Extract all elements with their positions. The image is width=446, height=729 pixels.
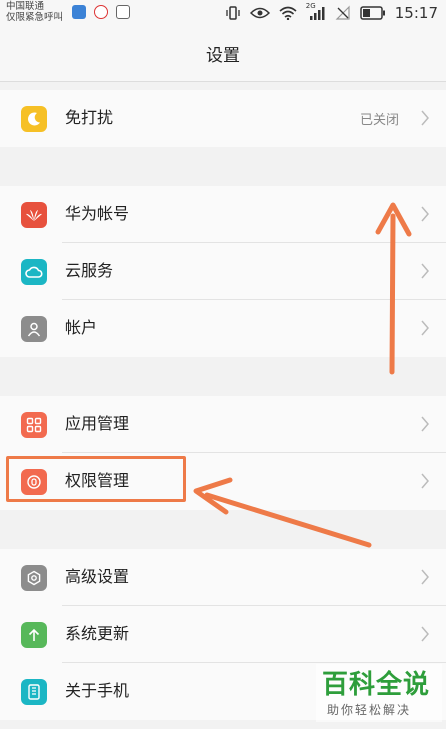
clock: 15:17 — [394, 4, 438, 22]
cloud-icon — [21, 259, 47, 285]
chevron-right-icon — [421, 263, 429, 279]
carrier-name: 中国联通 — [6, 1, 45, 12]
dnd-status-value: 已关闭 — [359, 113, 399, 128]
page-title: 设置 — [206, 46, 240, 66]
watermark-subtitle: 助你轻松解决 — [327, 703, 412, 717]
huawei-logo-icon — [21, 202, 47, 228]
watermark-title: 百科全说 — [322, 670, 431, 700]
settings-item-system-update[interactable]: 系统更新 — [0, 606, 446, 663]
wifi-icon — [279, 6, 297, 20]
settings-item-label: 帐户 — [65, 318, 98, 337]
vibrate-icon — [226, 6, 240, 20]
gear-icon — [21, 565, 47, 591]
settings-item-advanced-settings[interactable]: 高级设置 — [0, 549, 446, 606]
settings-item-label: 关于手机 — [65, 681, 130, 700]
chevron-right-icon — [421, 206, 429, 222]
title-bar: 设置 — [0, 26, 446, 82]
settings-item-accounts[interactable]: 帐户 — [0, 300, 446, 357]
settings-item-label: 高级设置 — [65, 567, 130, 586]
person-icon — [21, 316, 47, 342]
settings-item-app-management[interactable]: 应用管理 — [0, 396, 446, 453]
chevron-right-icon — [421, 416, 429, 432]
chevron-right-icon — [421, 626, 429, 642]
carrier-info: 中国联通 仅限紧急呼叫 — [6, 1, 63, 23]
watermark-logo: 百科全说 助你轻松解决 — [316, 664, 442, 722]
settings-item-label: 系统更新 — [65, 624, 130, 643]
settings-item-cloud-service[interactable]: 云服务 — [0, 243, 446, 300]
chevron-right-icon — [421, 320, 429, 336]
highlight-box — [6, 456, 186, 502]
moon-icon — [21, 106, 47, 132]
notification-icons — [72, 5, 130, 19]
emergency-only-text: 仅限紧急呼叫 — [6, 12, 64, 23]
system-status-icons: 2G 15:17 — [225, 2, 438, 22]
settings-item-label: 华为帐号 — [65, 204, 130, 223]
battery-icon — [360, 6, 385, 20]
settings-item-label: 云服务 — [65, 261, 114, 280]
settings-item-label: 应用管理 — [65, 414, 130, 433]
chevron-right-icon — [421, 569, 429, 585]
chevron-right-icon — [421, 473, 429, 489]
cell-signal-icon: 2G — [306, 2, 326, 21]
notification-weibo-icon — [94, 5, 108, 19]
settings-item-huawei-account[interactable]: 华为帐号 — [0, 186, 446, 243]
upload-arrow-icon — [21, 622, 47, 648]
status-bar: 中国联通 仅限紧急呼叫 2G 15:17 — [0, 0, 446, 26]
chevron-right-icon — [421, 110, 429, 126]
phone-icon — [21, 679, 47, 705]
settings-item-do-not-disturb[interactable]: 免打扰 已关闭 — [0, 90, 446, 147]
no-sim-signal-icon — [335, 5, 350, 20]
notification-image-icon — [116, 5, 130, 19]
settings-item-label: 免打扰 — [65, 108, 114, 127]
notification-app-icon — [72, 5, 86, 19]
grid-icon — [21, 412, 47, 438]
eye-comfort-icon — [249, 7, 270, 19]
